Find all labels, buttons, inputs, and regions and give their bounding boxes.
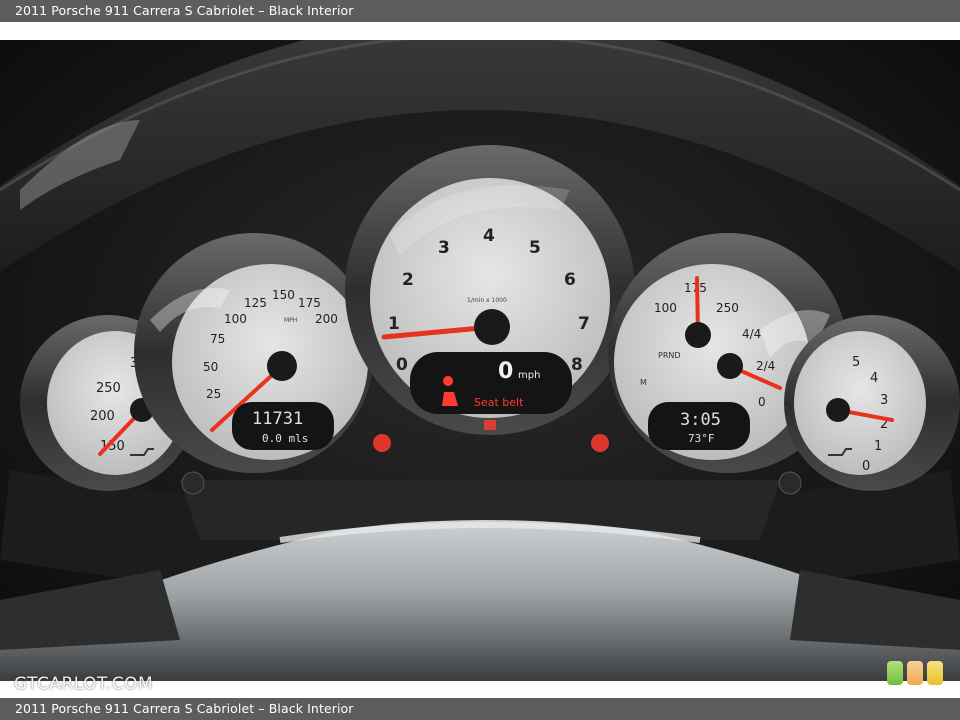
- oil-pressure-gauge: 5 4 3 2 1 0: [784, 315, 960, 491]
- outside-temperature: 73°F: [688, 432, 715, 445]
- svg-text:5: 5: [852, 355, 860, 370]
- odometer: 11731: [252, 409, 303, 429]
- svg-text:125: 125: [244, 296, 267, 310]
- trip-meter: 0.0 mls: [262, 432, 308, 445]
- svg-text:0: 0: [758, 395, 766, 409]
- svg-text:1/min x 1000: 1/min x 1000: [467, 297, 507, 304]
- svg-text:8: 8: [571, 355, 583, 375]
- clock-button[interactable]: [778, 471, 802, 495]
- svg-text:5: 5: [529, 238, 541, 258]
- svg-text:200: 200: [90, 409, 115, 424]
- caption-bottom: 2011 Porsche 911 Carrera S Cabriolet – B…: [0, 698, 960, 720]
- svg-text:mph: mph: [518, 370, 540, 381]
- badge-yellow: [927, 661, 943, 685]
- speedometer: 25 50 75 100 125 150 175 200 MPH 11731 0…: [134, 233, 374, 473]
- svg-text:25: 25: [206, 387, 221, 401]
- svg-text:3: 3: [880, 393, 888, 408]
- warning-indicator-icon: [484, 420, 496, 430]
- svg-text:PRND: PRND: [658, 351, 681, 360]
- svg-text:7: 7: [578, 314, 590, 334]
- svg-text:1: 1: [388, 314, 400, 334]
- svg-text:4: 4: [870, 371, 878, 386]
- left-button[interactable]: [181, 471, 205, 495]
- svg-text:MPH: MPH: [284, 317, 297, 324]
- svg-text:2/4: 2/4: [756, 359, 775, 373]
- svg-text:0: 0: [396, 355, 408, 375]
- badge-orange: [907, 661, 923, 685]
- svg-text:175: 175: [298, 296, 321, 310]
- svg-text:50: 50: [203, 360, 218, 374]
- svg-text:1: 1: [874, 439, 882, 454]
- svg-text:6: 6: [564, 270, 576, 290]
- watermark-logo: GTCARLOT.COM: [14, 674, 154, 694]
- svg-text:M: M: [640, 378, 647, 387]
- clock: 3:05: [680, 410, 721, 430]
- airbag-right-icon: [591, 434, 609, 452]
- svg-text:150: 150: [272, 288, 295, 302]
- digital-speed: 0: [498, 359, 513, 384]
- svg-text:3: 3: [438, 238, 450, 258]
- svg-text:4: 4: [483, 226, 495, 246]
- seatbelt-warning-text: Seat belt: [474, 396, 524, 409]
- svg-text:75: 75: [210, 332, 225, 346]
- caption-top: 2011 Porsche 911 Carrera S Cabriolet – B…: [0, 0, 960, 22]
- svg-text:250: 250: [96, 381, 121, 396]
- badge-green: [887, 661, 903, 685]
- svg-text:0: 0: [862, 459, 870, 474]
- svg-text:2: 2: [402, 270, 414, 290]
- svg-text:250: 250: [716, 301, 739, 315]
- svg-text:100: 100: [654, 301, 677, 315]
- tachometer: 0 1 2 3 4 5 6 7 8 1/min x 1000 0 mph Sea…: [345, 145, 635, 435]
- svg-text:200: 200: [315, 312, 338, 326]
- svg-text:4/4: 4/4: [742, 327, 761, 341]
- instrument-cluster-photo: 300 250 200 150 25 50 75 100 125 150 175…: [0, 40, 960, 681]
- airbag-left-icon: [373, 434, 391, 452]
- svg-text:100: 100: [224, 312, 247, 326]
